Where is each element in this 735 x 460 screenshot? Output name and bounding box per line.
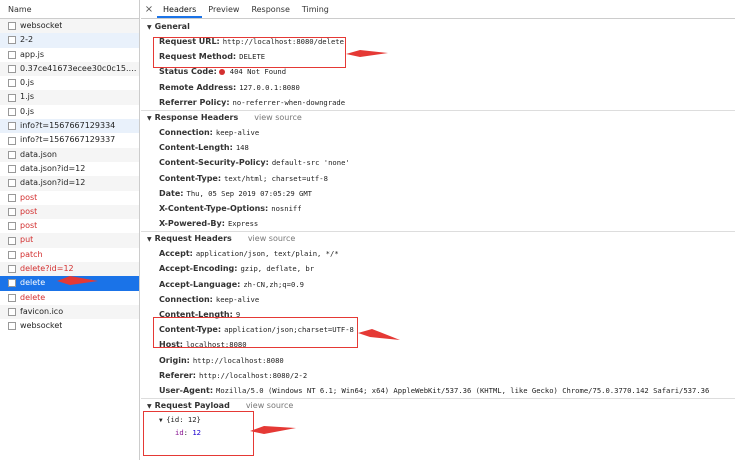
arrow-icon bbox=[250, 426, 296, 434]
arrow-icon bbox=[346, 50, 388, 57]
arrow-icon bbox=[57, 276, 98, 285]
annotation-arrows bbox=[57, 50, 400, 434]
arrow-icon bbox=[358, 329, 400, 340]
